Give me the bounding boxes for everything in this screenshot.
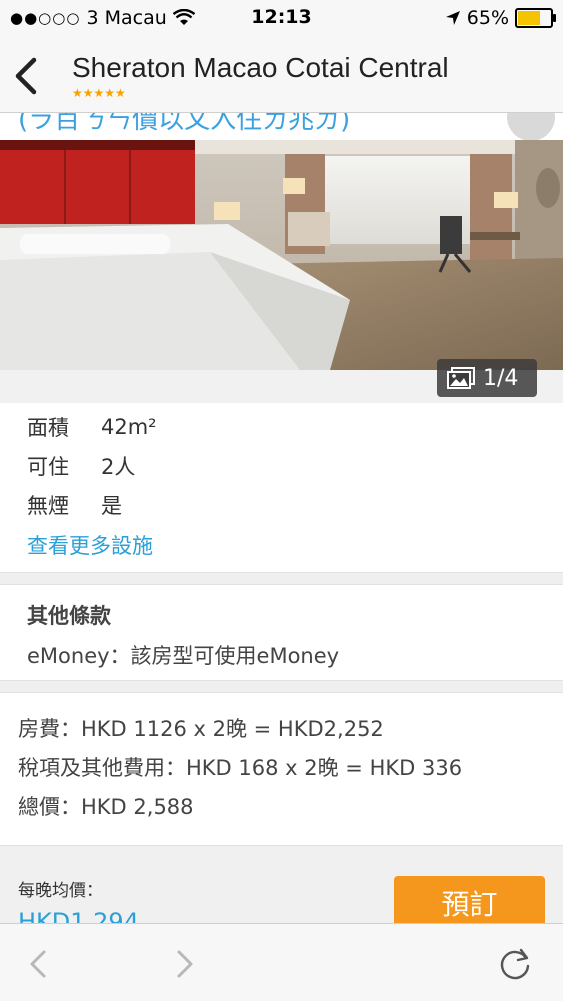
view-more-facilities-link[interactable]: 查看更多設施 <box>27 530 153 560</box>
fact-row-area: 面積 42m² <box>27 407 157 446</box>
room-fee-line: 房費：HKD 1126 x 2晚 = HKD2,252 <box>18 717 384 741</box>
browser-back-icon[interactable] <box>20 944 60 984</box>
fact-label: 可住 <box>27 454 69 479</box>
section-divider <box>0 572 563 585</box>
gallery-icon <box>447 367 475 389</box>
room-photo[interactable] <box>0 140 563 370</box>
fact-row-occupancy: 可住 2人 <box>27 446 157 485</box>
battery-percent: 65% <box>466 7 509 29</box>
other-terms-title: 其他條款 <box>27 604 111 628</box>
average-nightly-label: 每晚均價： <box>18 881 103 901</box>
fact-value: 2人 <box>101 454 136 479</box>
photo-counter-text: 1/4 <box>483 365 519 391</box>
fact-row-non-smoking: 無煙 是 <box>27 485 157 524</box>
fact-value: 42m² <box>101 414 157 439</box>
status-bar: ●●○○○ 3 Macau 12:13 65% <box>0 0 563 38</box>
hotel-name-title: Sheraton Macao Cotai Central <box>72 52 449 83</box>
fact-value: 是 <box>101 493 122 518</box>
cut-off-banner-text: (ラ百ㄋㄣ價以乂入住ㄌ兆ㄉ)¯¯¯¯¯¯¯¯¯¯¯¯ <box>18 113 507 135</box>
emoney-terms-text: eMoney：該房型可使用eMoney <box>27 644 340 668</box>
star-rating: ★★★★★ <box>72 86 126 100</box>
total-price-line: 總價：HKD 2,588 <box>18 795 194 819</box>
reload-icon[interactable] <box>495 944 535 984</box>
browser-toolbar <box>0 923 563 1001</box>
tax-fee-line: 稅項及其他費用：HKD 168 x 2晚 = HKD 336 <box>18 756 463 780</box>
close-icon[interactable] <box>507 113 555 140</box>
booking-panel: 每晚均價： HKD1,294 預訂 <box>0 845 563 924</box>
fact-label: 無煙 <box>27 493 69 518</box>
battery-icon <box>515 8 556 28</box>
average-nightly-price: HKD1,294 <box>18 908 139 924</box>
navigation-bar: Sheraton Macao Cotai Central ★★★★★ <box>0 38 563 113</box>
book-button[interactable]: 預訂 <box>394 876 545 924</box>
price-breakdown: 房費：HKD 1126 x 2晚 = HKD2,252 稅項及其他費用：HKD … <box>18 714 462 831</box>
photo-counter[interactable]: 1/4 <box>437 359 537 397</box>
room-facts: 面積 42m² 可住 2人 無煙 是 <box>27 407 157 524</box>
fact-label: 面積 <box>27 415 69 440</box>
location-arrow-icon <box>445 11 460 25</box>
room-photo-gallery[interactable]: (ラ百ㄋㄣ價以乂入住ㄌ兆ㄉ)¯¯¯¯¯¯¯¯¯¯¯¯ 1/4 <box>0 113 563 403</box>
section-divider <box>0 680 563 693</box>
browser-forward-icon[interactable] <box>163 944 203 984</box>
back-button[interactable] <box>12 56 42 96</box>
